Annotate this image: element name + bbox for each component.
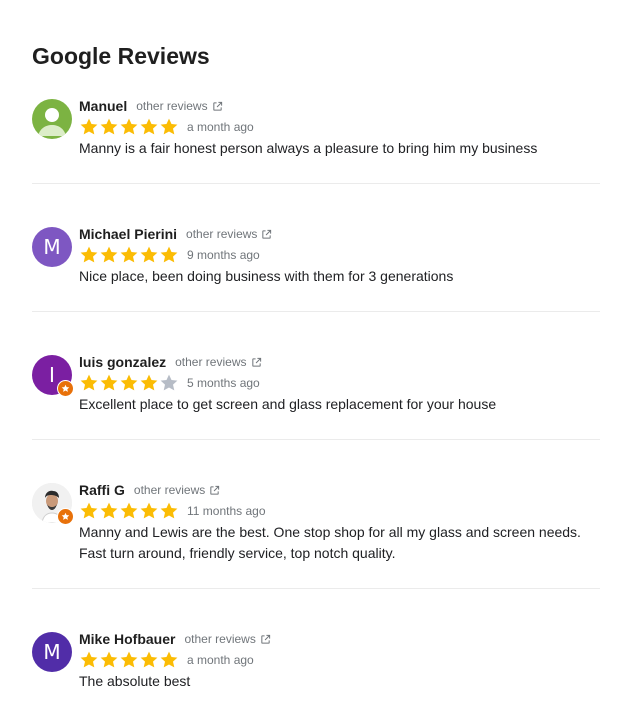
review-item: M Mike Hofbauer other reviews a month ago Th… — [32, 588, 600, 716]
other-reviews-link[interactable]: other reviews — [136, 99, 222, 113]
avatar-container: I — [32, 355, 74, 397]
other-reviews-label: other reviews — [133, 483, 206, 497]
review-content: Michael Pierini other reviews 9 months ago… — [79, 224, 600, 287]
star-rating — [79, 373, 179, 393]
review-text: Manny is a fair honest person always a p… — [79, 140, 538, 156]
star-filled-icon — [100, 502, 118, 519]
star-filled-icon — [120, 118, 138, 135]
review-header: Manuel other reviews — [79, 96, 600, 116]
avatar-container: M — [32, 227, 72, 267]
review-rating: a month ago — [79, 649, 600, 671]
external-link-icon — [212, 101, 222, 111]
star-filled-icon — [160, 651, 178, 668]
star-rating — [79, 245, 179, 265]
star-filled-icon — [140, 651, 158, 668]
star-filled-icon — [140, 502, 158, 519]
reviewer-name[interactable]: Michael Pierini — [79, 226, 177, 242]
external-link-icon — [251, 357, 261, 367]
review-text: Nice place, been doing business with the… — [79, 268, 454, 284]
star-filled-icon — [80, 118, 98, 135]
reviewer-name[interactable]: Mike Hofbauer — [79, 631, 175, 647]
review-rating: 5 months ago — [79, 372, 600, 394]
avatar-container — [32, 483, 74, 525]
review-date: a month ago — [187, 120, 254, 134]
external-link-icon — [261, 634, 270, 644]
review-content: Raffi G other reviews 11 months ago Manny a… — [79, 480, 600, 564]
local-guide-badge-icon — [57, 380, 74, 397]
star-rating — [79, 650, 179, 670]
other-reviews-label: other reviews — [175, 355, 247, 369]
review-header: Mike Hofbauer other reviews — [79, 629, 600, 649]
review-rating: a month ago — [79, 116, 600, 138]
other-reviews-link[interactable]: other reviews — [186, 227, 272, 241]
other-reviews-label: other reviews — [136, 99, 208, 113]
avatar-letter: M — [43, 235, 61, 259]
star-filled-icon — [120, 651, 138, 668]
review-header: luis gonzalez other reviews — [79, 352, 600, 372]
star-filled-icon — [120, 374, 138, 391]
review-text: Excellent place to get screen and glass … — [79, 396, 497, 412]
star-filled-icon — [80, 374, 98, 391]
external-link-icon — [262, 229, 272, 239]
star-filled-icon — [160, 246, 178, 263]
star-filled-icon — [160, 118, 178, 135]
external-link-icon — [210, 485, 220, 495]
review-content: luis gonzalez other reviews 5 months ago Ex… — [79, 352, 600, 415]
review-date: 11 months ago — [187, 504, 266, 518]
star-filled-icon — [140, 118, 158, 135]
review-header: Michael Pierini other reviews — [79, 224, 600, 244]
reviews-widget: Google Reviews Manuel other reviews a mont… — [0, 0, 633, 716]
star-filled-icon — [80, 651, 98, 668]
avatar-container — [32, 99, 72, 139]
review-header: Raffi G other reviews — [79, 480, 600, 500]
local-guide-badge-icon — [57, 508, 74, 525]
review-text: Manny and Lewis are the best. One stop s… — [79, 524, 581, 561]
review-item: Manuel other reviews a month ago Manny is a… — [32, 96, 600, 183]
star-rating — [79, 501, 179, 521]
other-reviews-link[interactable]: other reviews — [134, 483, 220, 497]
other-reviews-link[interactable]: other reviews — [184, 632, 270, 646]
avatar[interactable]: M — [32, 632, 72, 672]
star-filled-icon — [80, 502, 98, 519]
star-filled-icon — [120, 502, 138, 519]
review-list: Manuel other reviews a month ago Manny is a… — [32, 96, 601, 716]
avatar[interactable] — [32, 99, 72, 139]
review-item: Iluis gonzalez other reviews 5 months ago E… — [32, 311, 600, 439]
star-rating — [79, 117, 179, 137]
star-filled-icon — [160, 502, 178, 519]
review-text: The absolute best — [79, 673, 191, 689]
avatar-letter: I — [49, 363, 55, 387]
star-filled-icon — [100, 651, 118, 668]
star-filled-icon — [140, 374, 158, 391]
other-reviews-link[interactable]: other reviews — [175, 355, 261, 369]
star-filled-icon — [100, 374, 118, 391]
review-date: 9 months ago — [187, 248, 260, 262]
star-filled-icon — [80, 246, 98, 263]
review-content: Manuel other reviews a month ago Manny is a… — [79, 96, 600, 159]
review-date: 5 months ago — [187, 376, 260, 390]
review-date: a month ago — [187, 653, 254, 667]
avatar[interactable]: M — [32, 227, 72, 267]
page-title: Google Reviews — [32, 43, 210, 69]
person-silhouette-icon — [38, 108, 66, 136]
review-item: M Michael Pierini other reviews 9 months ag… — [32, 183, 600, 311]
review-content: Mike Hofbauer other reviews a month ago The… — [79, 629, 600, 692]
other-reviews-label: other reviews — [186, 227, 258, 241]
review-item: Raffi G other reviews 11 months ago Manny a… — [32, 439, 600, 588]
review-rating: 11 months ago — [79, 500, 600, 522]
star-filled-icon — [100, 246, 118, 263]
other-reviews-label: other reviews — [184, 632, 256, 646]
reviewer-name[interactable]: Manuel — [79, 98, 127, 114]
star-empty-icon — [160, 374, 178, 391]
avatar-container: M — [32, 632, 72, 672]
reviewer-name[interactable]: luis gonzalez — [79, 354, 166, 370]
star-filled-icon — [120, 246, 138, 263]
avatar-letter: M — [43, 640, 61, 664]
reviewer-name[interactable]: Raffi G — [79, 482, 125, 498]
star-filled-icon — [100, 118, 118, 135]
review-rating: 9 months ago — [79, 244, 600, 266]
star-filled-icon — [140, 246, 158, 263]
